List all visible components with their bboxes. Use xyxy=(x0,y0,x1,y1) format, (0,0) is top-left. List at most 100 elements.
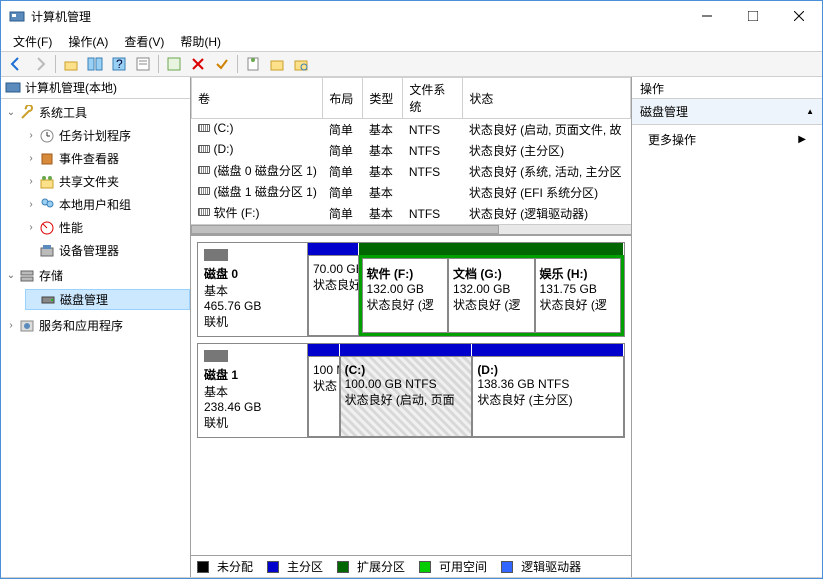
cancel-icon[interactable] xyxy=(187,53,209,75)
folder-icon[interactable] xyxy=(266,53,288,75)
logical-partition[interactable]: 娱乐 (H:)131.75 GB状态良好 (逻 xyxy=(535,258,621,333)
partition[interactable]: (C:)100.00 GB NTFS状态良好 (启动, 页面 xyxy=(340,356,473,437)
volume-list[interactable]: 卷 布局 类型 文件系统 状态 (C:)简单基本NTFS状态良好 (启动, 页面… xyxy=(191,77,631,236)
forward-button[interactable] xyxy=(29,53,51,75)
volume-icon xyxy=(198,145,210,153)
tree-storage[interactable]: ⌄ 存储 xyxy=(5,266,190,285)
tree-event-viewer[interactable]: ›事件查看器 xyxy=(25,149,190,168)
legend-free-swatch xyxy=(419,561,431,573)
book-icon xyxy=(39,151,55,167)
actions-section-diskmgmt[interactable]: 磁盘管理 ▲ xyxy=(632,99,822,125)
legend: 未分配 主分区 扩展分区 可用空间 逻辑驱动器 xyxy=(191,555,631,577)
menu-action[interactable]: 操作(A) xyxy=(60,31,116,51)
tree-system-tools[interactable]: ⌄ 系统工具 xyxy=(5,103,190,122)
disk-1-size: 238.46 GB xyxy=(204,400,301,414)
disk-icon xyxy=(204,350,228,362)
horizontal-scrollbar[interactable] xyxy=(191,224,631,234)
volume-icon xyxy=(198,187,210,195)
collapse-icon[interactable]: ⌄ xyxy=(5,107,17,118)
expand-icon[interactable]: › xyxy=(25,199,37,210)
submenu-arrow-icon: ▶ xyxy=(798,134,806,145)
legend-primary-swatch xyxy=(267,561,279,573)
logical-partition[interactable]: 文档 (G:)132.00 GB状态良好 (逻 xyxy=(448,258,534,333)
minimize-button[interactable] xyxy=(684,1,730,31)
close-button[interactable] xyxy=(776,1,822,31)
search-icon[interactable] xyxy=(290,53,312,75)
gauge-icon xyxy=(39,220,55,236)
tree-task-scheduler[interactable]: ›任务计划程序 xyxy=(25,126,190,145)
collapse-icon[interactable]: ⌄ xyxy=(5,270,17,281)
expand-icon[interactable]: › xyxy=(25,130,37,141)
wrench-icon xyxy=(19,105,35,121)
storage-icon xyxy=(19,268,35,284)
disk-0-info: 磁盘 0 基本 465.76 GB 联机 xyxy=(198,243,308,336)
computer-icon xyxy=(5,80,21,96)
volume-row[interactable]: (D:)简单基本NTFS状态良好 (主分区) xyxy=(192,140,631,161)
help-button[interactable]: ? xyxy=(108,53,130,75)
disk-0-name: 磁盘 0 xyxy=(204,267,238,281)
window-title: 计算机管理 xyxy=(31,8,684,25)
up-button[interactable] xyxy=(60,53,82,75)
volume-row[interactable]: 软件 (F:)简单基本NTFS状态良好 (逻辑驱动器) xyxy=(192,203,631,224)
tree-shared-folders[interactable]: ›共享文件夹 xyxy=(25,172,190,191)
legend-unalloc: 未分配 xyxy=(217,558,253,575)
extended-partition: 软件 (F:)132.00 GB状态良好 (逻文档 (G:)132.00 GB状… xyxy=(359,255,624,336)
col-fs[interactable]: 文件系统 xyxy=(403,78,463,119)
tree-local-users[interactable]: ›本地用户和组 xyxy=(25,195,190,214)
volume-row[interactable]: (磁盘 0 磁盘分区 1)简单基本NTFS状态良好 (系统, 活动, 主分区 xyxy=(192,161,631,182)
partition[interactable]: (D:)138.36 GB NTFS状态良好 (主分区) xyxy=(472,356,624,437)
disk-1-block[interactable]: 磁盘 1 基本 238.46 GB 联机 100 M状态(C:)100.00 G… xyxy=(197,343,625,438)
tree-root[interactable]: 计算机管理(本地) xyxy=(1,77,190,99)
disk-icon xyxy=(204,249,228,261)
device-icon xyxy=(39,243,55,259)
legend-primary: 主分区 xyxy=(287,558,323,575)
properties-button[interactable] xyxy=(132,53,154,75)
legend-logical: 逻辑驱动器 xyxy=(521,558,581,575)
center-pane: 卷 布局 类型 文件系统 状态 (C:)简单基本NTFS状态良好 (启动, 页面… xyxy=(191,77,632,577)
check-icon[interactable] xyxy=(211,53,233,75)
col-layout[interactable]: 布局 xyxy=(323,78,363,119)
disk-icon xyxy=(40,292,56,308)
legend-extended-swatch xyxy=(337,561,349,573)
share-icon xyxy=(39,174,55,190)
tree-pane: 计算机管理(本地) ⌄ 系统工具 ›任务计划程序 ›事件查看器 ›共享文件夹 ›… xyxy=(1,77,191,577)
legend-logical-swatch xyxy=(501,561,513,573)
expand-icon[interactable]: › xyxy=(25,222,37,233)
app-icon xyxy=(9,8,25,24)
actions-more[interactable]: 更多操作 ▶ xyxy=(632,125,822,154)
title-bar: 计算机管理 xyxy=(1,1,822,31)
back-button[interactable] xyxy=(5,53,27,75)
partition[interactable]: 70.00 GB |状态良好 (: xyxy=(308,255,359,336)
collapse-icon[interactable]: ▲ xyxy=(806,107,814,116)
expand-icon[interactable]: › xyxy=(25,176,37,187)
menu-view[interactable]: 查看(V) xyxy=(116,31,172,51)
maximize-button[interactable] xyxy=(730,1,776,31)
col-volume[interactable]: 卷 xyxy=(192,78,323,119)
expand-icon[interactable]: › xyxy=(5,320,17,331)
logical-partition[interactable]: 软件 (F:)132.00 GB状态良好 (逻 xyxy=(362,258,448,333)
tree-performance[interactable]: ›性能 xyxy=(25,218,190,237)
partition[interactable]: 100 M状态 xyxy=(308,356,340,437)
tree-disk-mgmt[interactable]: 磁盘管理 xyxy=(25,289,190,310)
services-icon xyxy=(19,318,35,334)
menu-help[interactable]: 帮助(H) xyxy=(172,31,229,51)
page-icon[interactable] xyxy=(242,53,264,75)
disk-1-type: 基本 xyxy=(204,383,301,400)
volume-row[interactable]: (磁盘 1 磁盘分区 1)简单基本状态良好 (EFI 系统分区) xyxy=(192,182,631,203)
menu-file[interactable]: 文件(F) xyxy=(5,31,60,51)
actions-header: 操作 xyxy=(632,77,822,99)
col-status[interactable]: 状态 xyxy=(463,78,631,119)
volume-icon xyxy=(198,124,210,132)
disk-1-info: 磁盘 1 基本 238.46 GB 联机 xyxy=(198,344,308,437)
col-type[interactable]: 类型 xyxy=(363,78,403,119)
tree-device-mgr[interactable]: 设备管理器 xyxy=(25,241,190,260)
toolbar: ? xyxy=(1,51,822,77)
disk-0-block[interactable]: 磁盘 0 基本 465.76 GB 联机 70.00 GB |状态良好 (:软件… xyxy=(197,242,625,337)
volume-row[interactable]: (C:)简单基本NTFS状态良好 (启动, 页面文件, 故 xyxy=(192,119,631,141)
show-hide-button[interactable] xyxy=(84,53,106,75)
tree-services[interactable]: › 服务和应用程序 xyxy=(5,316,190,335)
refresh-button[interactable] xyxy=(163,53,185,75)
expand-icon[interactable]: › xyxy=(25,153,37,164)
svg-text:?: ? xyxy=(116,57,123,71)
actions-pane: 操作 磁盘管理 ▲ 更多操作 ▶ xyxy=(632,77,822,577)
